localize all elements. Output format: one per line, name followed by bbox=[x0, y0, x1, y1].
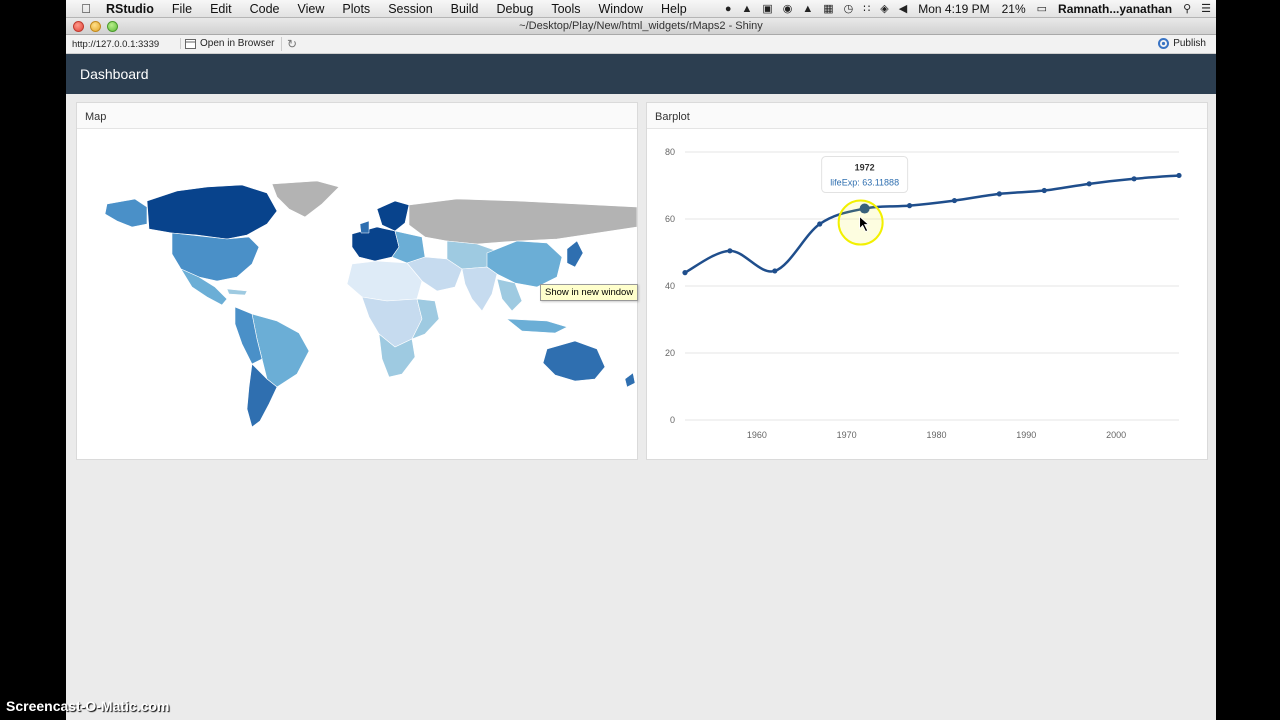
map-region-canada bbox=[146, 184, 278, 240]
viewer-toolbar: http://127.0.0.1:3339 Open in Browser ↻ … bbox=[66, 35, 1216, 54]
x-tick-label: 1990 bbox=[1016, 430, 1036, 440]
menu-app-rstudio[interactable]: RStudio bbox=[106, 0, 163, 18]
x-tick-label: 2000 bbox=[1106, 430, 1126, 440]
data-point bbox=[772, 268, 778, 274]
map-region-uk bbox=[359, 220, 370, 234]
menu-debug[interactable]: Debug bbox=[487, 0, 542, 18]
life-expectancy-line-chart[interactable]: 0 20 40 60 80 1960 1970 1980 1990 2000 1972 lifeExp… bbox=[647, 129, 1207, 459]
status-area: ● ▲ ▣ ◉ ▲ ▦ ◷ ∷ ◈ ◀ Mon 4:19 PM 21% ▭ Ra… bbox=[720, 0, 1216, 18]
window-zoom-button[interactable] bbox=[107, 21, 118, 32]
map-panel-title: Map bbox=[77, 103, 637, 129]
menu-edit[interactable]: Edit bbox=[201, 0, 241, 18]
status-icon-4[interactable]: ◉ bbox=[778, 2, 798, 15]
wifi-icon[interactable]: ◈ bbox=[875, 2, 893, 15]
map-region-caribbean bbox=[226, 288, 248, 296]
notification-center-icon[interactable]: ☰ bbox=[1196, 2, 1216, 15]
mac-menu-bar:  RStudio File Edit Code View Plots Sess… bbox=[66, 0, 1216, 18]
data-point bbox=[996, 191, 1002, 197]
bluetooth-icon[interactable]: ∷ bbox=[858, 2, 875, 15]
url-text[interactable]: http://127.0.0.1:3339 bbox=[72, 39, 159, 50]
battery-icon: ▭ bbox=[1036, 3, 1048, 15]
y-tick-label: 60 bbox=[665, 214, 675, 224]
spotlight-search-icon[interactable]: ⚲ bbox=[1178, 2, 1196, 15]
x-tick-label: 1980 bbox=[926, 430, 946, 440]
show-in-new-window-tooltip: Show in new window bbox=[540, 284, 639, 301]
y-tick-label: 40 bbox=[665, 281, 675, 291]
map-region-australia bbox=[542, 340, 606, 382]
time-machine-icon[interactable]: ◷ bbox=[839, 2, 859, 15]
y-tick-label: 0 bbox=[670, 415, 675, 425]
chart-tooltip-value: lifeExp: 63.11888 bbox=[830, 178, 899, 188]
window-minimize-button[interactable] bbox=[90, 21, 101, 32]
map-region-greenland bbox=[271, 180, 340, 218]
map-region-scandinavia bbox=[376, 200, 410, 232]
window-title-bar: ~/Desktop/Play/New/html_widgets/rMaps2 -… bbox=[66, 18, 1216, 35]
chart-tooltip-year: 1972 bbox=[855, 163, 875, 173]
data-point bbox=[682, 270, 688, 276]
map-panel: Map Show in new window bbox=[76, 102, 639, 460]
data-point bbox=[1086, 181, 1092, 187]
publish-label: Publish bbox=[1173, 38, 1206, 49]
apple-menu-icon[interactable]:  bbox=[66, 1, 106, 16]
map-region-india bbox=[461, 266, 498, 312]
status-icon-6[interactable]: ▦ bbox=[818, 2, 838, 15]
dashboard-header: Dashboard bbox=[66, 54, 1216, 94]
dashboard-content: Map Show in new window Barplot 0 20 40 6… bbox=[66, 94, 1216, 720]
notification-bell-icon[interactable]: ▲ bbox=[736, 3, 757, 15]
window-title: ~/Desktop/Play/New/html_widgets/rMaps2 -… bbox=[519, 20, 763, 32]
user-name[interactable]: Ramnath...yanathan bbox=[1052, 2, 1178, 16]
y-tick-label: 80 bbox=[665, 147, 675, 157]
menu-code[interactable]: Code bbox=[241, 0, 289, 18]
map-region-western-europe bbox=[351, 226, 400, 262]
menu-help[interactable]: Help bbox=[652, 0, 696, 18]
map-region-russia bbox=[408, 198, 638, 245]
map-region-alaska bbox=[104, 198, 148, 228]
dashboard-title[interactable]: Dashboard bbox=[80, 66, 149, 82]
menu-build[interactable]: Build bbox=[442, 0, 488, 18]
status-icon-1[interactable]: ● bbox=[720, 3, 737, 15]
menu-file[interactable]: File bbox=[163, 0, 201, 18]
browser-icon bbox=[185, 38, 196, 49]
menu-window[interactable]: Window bbox=[590, 0, 652, 18]
window-close-button[interactable] bbox=[73, 21, 84, 32]
screen:  RStudio File Edit Code View Plots Sess… bbox=[0, 0, 1280, 720]
map-region-new-zealand bbox=[624, 372, 636, 388]
volume-icon[interactable]: ◀ bbox=[894, 2, 912, 15]
menu-session[interactable]: Session bbox=[379, 0, 441, 18]
status-icon-5[interactable]: ▲ bbox=[797, 3, 818, 15]
clock[interactable]: Mon 4:19 PM bbox=[912, 2, 995, 16]
data-point bbox=[727, 248, 733, 254]
barplot-panel: Barplot 0 20 40 60 80 1960 1970 1980 1990 2000 197… bbox=[646, 102, 1208, 460]
battery-status[interactable]: 21% bbox=[996, 2, 1032, 16]
open-in-browser-label: Open in Browser bbox=[200, 38, 275, 49]
data-point bbox=[951, 197, 958, 204]
screencast-watermark: Screencast-O-Matic.com bbox=[6, 698, 170, 714]
data-point bbox=[817, 221, 823, 227]
map-region-japan bbox=[566, 240, 584, 268]
data-point bbox=[1131, 176, 1137, 182]
data-point bbox=[906, 203, 913, 209]
publish-button[interactable]: Publish bbox=[1158, 38, 1206, 49]
status-icon-3[interactable]: ▣ bbox=[757, 2, 777, 15]
map-region-indonesia bbox=[506, 318, 568, 334]
data-point bbox=[1041, 187, 1047, 194]
menu-tools[interactable]: Tools bbox=[542, 0, 589, 18]
series-line bbox=[684, 174, 1180, 274]
refresh-icon[interactable]: ↻ bbox=[281, 37, 297, 51]
menu-plots[interactable]: Plots bbox=[333, 0, 379, 18]
barplot-panel-title: Barplot bbox=[647, 103, 1207, 129]
map-region-central-africa bbox=[361, 296, 423, 348]
publish-icon bbox=[1158, 38, 1170, 49]
x-tick-label: 1960 bbox=[747, 430, 767, 440]
open-in-browser-button[interactable]: Open in Browser bbox=[180, 38, 274, 49]
data-point bbox=[1176, 172, 1182, 179]
y-tick-label: 20 bbox=[665, 348, 675, 358]
menu-view[interactable]: View bbox=[289, 0, 334, 18]
x-tick-label: 1970 bbox=[837, 430, 857, 440]
